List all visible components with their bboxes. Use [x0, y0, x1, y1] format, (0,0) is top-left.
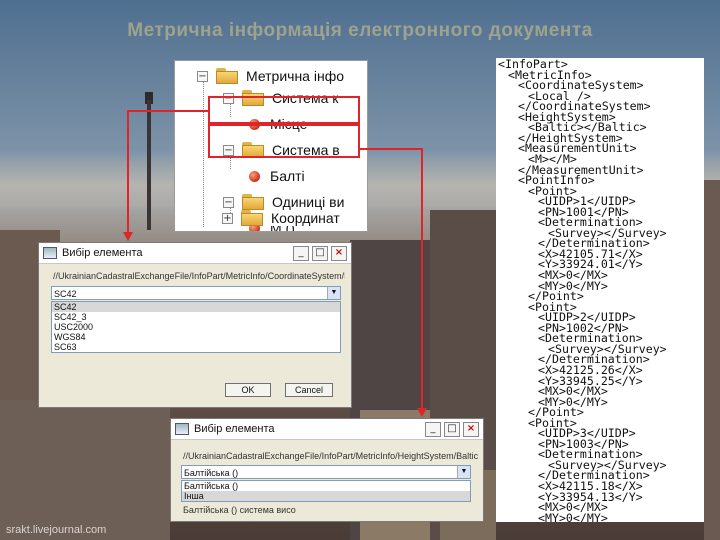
- tree-leaf-baltic[interactable]: Балті: [249, 163, 305, 189]
- options-list[interactable]: SC42 SC42_3 USC2000 WGS84 SC63: [51, 301, 341, 353]
- close-icon[interactable]: ×: [463, 422, 479, 437]
- window-icon: [175, 423, 189, 435]
- arrow-down-icon: [123, 232, 133, 241]
- minimize-icon[interactable]: _: [293, 246, 309, 261]
- combo-value: SC42: [54, 289, 77, 299]
- list-item[interactable]: Балтійська (): [182, 481, 470, 491]
- list-item[interactable]: Інша: [182, 491, 470, 501]
- element-path: //UkrainianCadastralExchangeFile/InfoPar…: [53, 271, 345, 281]
- dialog-title: Вибір елемента: [62, 247, 143, 259]
- window-controls: _ □ ×: [293, 246, 347, 261]
- collapse-icon[interactable]: −: [197, 70, 208, 82]
- chevron-down-icon[interactable]: ▼: [327, 287, 340, 299]
- maximize-icon[interactable]: □: [312, 246, 328, 261]
- list-item[interactable]: SC63: [52, 342, 340, 352]
- xml-line: <MY>0</MY>: [538, 510, 608, 522]
- leaf-dot-icon: [249, 170, 260, 182]
- folder-icon: [216, 68, 238, 84]
- options-list[interactable]: Балтійська () Інша: [181, 480, 471, 502]
- combo-value: Балтійська (): [184, 468, 239, 478]
- cancel-button[interactable]: Cancel: [285, 383, 333, 397]
- list-item[interactable]: USC2000: [52, 322, 340, 332]
- list-item[interactable]: SC42: [52, 302, 340, 312]
- close-icon[interactable]: ×: [331, 246, 347, 261]
- slide-title: Метрична інформація електронного докумен…: [127, 20, 593, 41]
- connector-line: [421, 148, 423, 410]
- window-controls: _ □ ×: [425, 422, 479, 437]
- dialog-title: Вибір елемента: [194, 423, 275, 435]
- tree-node-label: Метрична інфо: [246, 68, 345, 84]
- list-item[interactable]: WGS84: [52, 332, 340, 342]
- value-combobox[interactable]: Балтійська () ▼: [181, 465, 471, 479]
- xml-document-panel: <InfoPart> <MetricInfo> <CoordinateSystem>…: [496, 58, 704, 522]
- select-element-dialog-height[interactable]: Вибір елемента _ □ × //UkrainianCadastra…: [170, 418, 484, 522]
- select-element-dialog-coordinate[interactable]: Вибір елемента _ □ × //UkrainianCadastra…: [38, 242, 352, 408]
- arrow-down-icon: [417, 408, 427, 417]
- connector-line: [127, 110, 209, 112]
- window-icon: [43, 247, 57, 259]
- minimize-icon[interactable]: _: [425, 422, 441, 437]
- list-item[interactable]: SC42_3: [52, 312, 340, 322]
- watermark: srakt.livejournal.com: [6, 524, 107, 536]
- tree-node-point-info[interactable]: + Координат: [222, 205, 352, 231]
- option-description: Балтійська () система висо: [183, 505, 296, 515]
- tv-tower: [147, 100, 151, 230]
- expand-icon[interactable]: +: [222, 212, 233, 224]
- connector-line: [360, 148, 422, 150]
- chevron-down-icon[interactable]: ▼: [457, 466, 470, 478]
- highlight-height-system: [208, 122, 360, 158]
- element-path: //UkrainianCadastralExchangeFile/InfoPar…: [183, 451, 479, 461]
- value-combobox[interactable]: SC42 ▼: [51, 286, 341, 300]
- tree-node-label: Балті: [270, 168, 305, 184]
- connector-line: [127, 110, 129, 234]
- ok-button[interactable]: OK: [225, 383, 271, 397]
- folder-icon: [241, 210, 263, 226]
- maximize-icon[interactable]: □: [444, 422, 460, 437]
- tree-node-label: Координат: [271, 210, 352, 226]
